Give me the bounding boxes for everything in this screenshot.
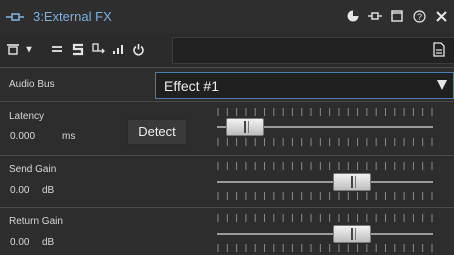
latency-value[interactable]: 0.000 [10, 131, 35, 142]
plug-icon [6, 13, 24, 21]
slider-track [217, 233, 433, 235]
send-gain-value[interactable]: 0.00 [10, 185, 29, 196]
audio-bus-select[interactable]: Effect #1 [155, 72, 454, 99]
slider-track [217, 181, 433, 183]
send-gain-unit: dB [42, 185, 55, 196]
chevron-down-icon[interactable]: ▾ [20, 40, 38, 58]
power-icon[interactable] [129, 40, 147, 58]
equals-icon[interactable] [48, 40, 66, 58]
send-gain-row: Send Gain 0.00 dB [0, 155, 454, 207]
dropdown-arrow-icon [437, 80, 447, 90]
return-gain-label: Return Gain [9, 216, 63, 227]
title-bar: 3:External FX ? [0, 0, 454, 33]
pie-chart-icon[interactable] [342, 8, 364, 24]
send-gain-slider[interactable] [217, 162, 433, 202]
detect-button[interactable]: Detect [127, 119, 187, 145]
level-meter-icon[interactable] [109, 40, 127, 58]
window-title: 3:External FX [33, 9, 112, 24]
help-icon[interactable]: ? [408, 8, 430, 24]
save-icon[interactable] [69, 40, 87, 58]
slider-thumb[interactable] [332, 173, 371, 191]
pin-icon[interactable] [364, 8, 386, 24]
audio-bus-selected: Effect #1 [164, 78, 220, 94]
return-gain-unit: dB [42, 237, 55, 248]
return-gain-slider[interactable] [217, 214, 433, 254]
slider-ticks-top [217, 108, 433, 116]
audio-bus-label: Audio Bus [9, 79, 55, 90]
slider-thumb[interactable] [225, 118, 264, 136]
latency-row: Latency 0.000 ms Detect [0, 101, 454, 155]
slider-ticks-top [217, 214, 433, 222]
slider-ticks-bottom [217, 192, 433, 200]
latency-slider[interactable] [217, 107, 433, 147]
latency-unit: ms [62, 131, 76, 142]
import-icon[interactable] [89, 40, 107, 58]
send-gain-label: Send Gain [9, 164, 57, 175]
edit-document-icon[interactable] [432, 42, 448, 58]
slider-ticks-bottom [217, 244, 433, 252]
audio-bus-row: Audio Bus Effect #1 [0, 67, 454, 101]
slider-ticks-top [217, 162, 433, 170]
latency-label: Latency [9, 111, 45, 122]
close-icon[interactable] [430, 8, 452, 24]
svg-text:?: ? [416, 11, 421, 21]
toolbar: ▾ [0, 33, 454, 67]
preset-name-field[interactable] [172, 37, 454, 64]
return-gain-value[interactable]: 0.00 [10, 237, 29, 248]
maximize-icon[interactable] [386, 8, 408, 24]
slider-thumb[interactable] [332, 225, 371, 243]
return-gain-row: Return Gain 0.00 dB [0, 207, 454, 255]
slider-ticks-bottom [217, 138, 433, 146]
